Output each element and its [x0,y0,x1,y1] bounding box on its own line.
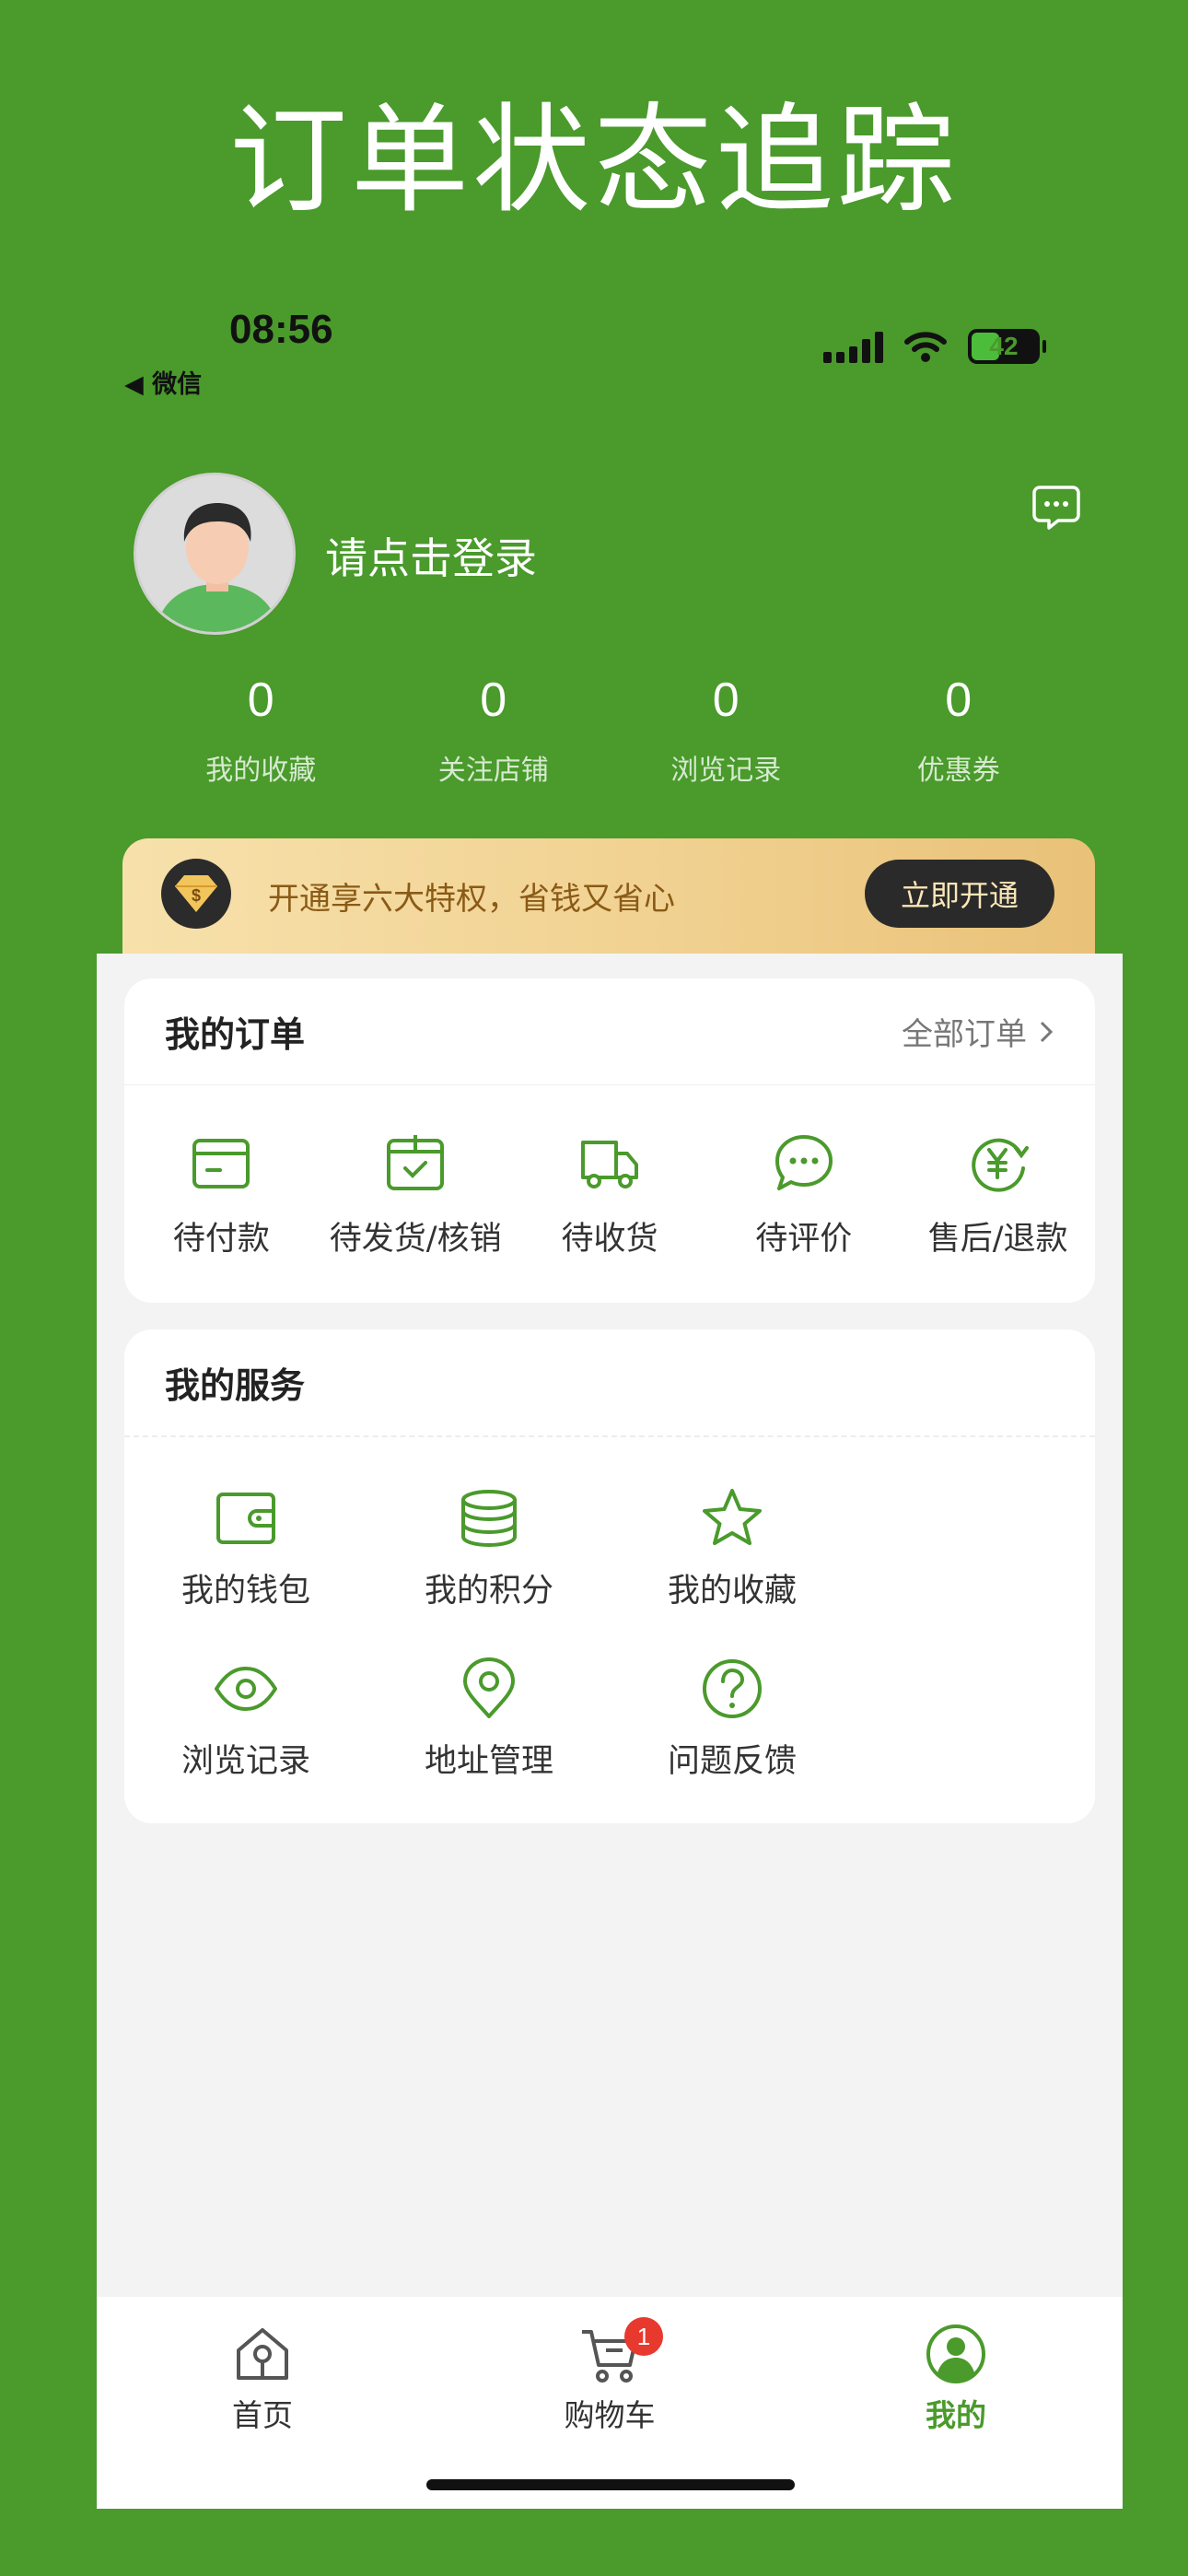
tab-profile[interactable]: 我的 [855,2323,1057,2435]
question-circle-icon [703,1659,762,1718]
diamond-icon: $ [161,859,231,929]
services-title: 我的服务 [165,1365,306,1406]
service-label: 问题反馈 [667,1743,797,1780]
wifi-icon [904,332,947,362]
service-history[interactable]: 浏览记录 [124,1656,367,1782]
eye-icon [215,1667,277,1711]
services-header: 我的服务 [124,1329,1095,1435]
service-label: 我的钱包 [181,1573,310,1610]
service-label: 我的收藏 [667,1573,797,1610]
order-item-label: 待评价 [755,1221,853,1258]
cart-badge: 1 [624,2317,663,2356]
order-pending-shipment[interactable]: 待发货/核销 [319,1131,513,1259]
stat-value: 0 [945,673,973,727]
service-points[interactable]: 我的积分 [367,1485,611,1611]
tab-label: 购物车 [564,2397,656,2433]
stat-label: 优惠券 [916,755,1000,787]
wallet-card-icon [192,1139,250,1188]
banner-title: 订单状态追踪 [228,92,959,229]
order-item-label: 待发货/核销 [329,1221,502,1258]
service-favorites[interactable]: 我的收藏 [611,1485,854,1611]
coins-stack-icon [461,1490,517,1548]
login-prompt[interactable]: 请点击登录 [325,525,537,586]
battery-icon: 42 [968,329,1046,364]
vip-open-button[interactable]: 立即开通 [865,860,1054,928]
stat-history[interactable]: 0 浏览记录 [610,668,843,788]
status-icons: 42 [823,329,1046,364]
service-label: 地址管理 [424,1743,553,1780]
profile-icon [926,2324,985,2383]
stat-value: 0 [480,673,507,727]
back-to-wechat-link[interactable]: ◀ 微信 [124,364,202,400]
chat-bubble-icon [775,1135,833,1190]
order-item-label: 售后/退款 [927,1221,1068,1258]
service-label: 我的积分 [424,1573,553,1610]
all-orders-label: 全部订单 [902,1016,1027,1053]
order-item-label: 待收货 [561,1221,658,1258]
tab-label: 我的 [926,2397,986,2433]
services-card: 我的服务 我的钱包 我的积分 我的收藏 浏览记录 地址管理 问题反馈 [124,1329,1095,1823]
profile-stats: 0 我的收藏 0 关注店铺 0 浏览记录 0 优惠券 [97,668,1123,788]
orders-header: 我的订单 全部订单 [124,978,1095,1084]
services-grid: 我的钱包 我的积分 我的收藏 浏览记录 地址管理 问题反馈 [124,1437,1095,1826]
all-orders-link[interactable]: 全部订单 [902,1009,1054,1054]
order-pending-review[interactable]: 待评价 [706,1131,901,1259]
stat-favorites[interactable]: 0 我的收藏 [145,668,378,788]
stat-label: 浏览记录 [670,755,782,787]
star-icon [703,1489,762,1545]
svg-text:$: $ [192,886,201,905]
wallet-icon [216,1493,275,1544]
tab-home[interactable]: 首页 [161,2323,364,2435]
tab-label: 首页 [232,2397,293,2433]
home-indicator[interactable] [426,2479,795,2490]
tab-cart[interactable]: 1 购物车 [508,2317,711,2435]
phone-screen: 08:56 ◀ 微信 42 请点击登录 0 我的收藏 0 关注店铺 0 浏览记录… [97,290,1123,2509]
signal-icon [823,330,883,363]
stat-value: 0 [712,673,740,727]
orders-card: 我的订单 全部订单 待付款 待发货/核销 待收货 待评价 售后/退款 [124,978,1095,1303]
tab-bar: 首页 1 购物车 我的 [97,2297,1123,2509]
message-icon[interactable] [1031,482,1082,533]
order-pending-receipt[interactable]: 待收货 [513,1131,707,1259]
order-item-label: 待付款 [172,1221,270,1258]
truck-icon [580,1141,638,1188]
service-feedback[interactable]: 问题反馈 [611,1656,854,1782]
order-status-row: 待付款 待发货/核销 待收货 待评价 售后/退款 [124,1085,1095,1259]
chevron-right-icon [1040,1021,1054,1042]
stat-coupons[interactable]: 0 优惠券 [843,668,1076,788]
location-pin-icon [463,1657,515,1718]
home-icon [237,2328,288,2380]
package-check-icon [387,1135,445,1190]
profile-header: 08:56 ◀ 微信 42 请点击登录 0 我的收藏 0 关注店铺 0 浏览记录… [97,290,1123,954]
status-time: 08:56 [229,307,333,352]
service-label: 浏览记录 [181,1743,310,1780]
stat-followed-shops[interactable]: 0 关注店铺 [378,668,611,788]
vip-text: 开通享六大特权，省钱又省心 [268,881,675,918]
avatar[interactable] [134,473,296,635]
yen-refund-icon [971,1138,1029,1192]
stat-label: 关注店铺 [437,755,549,787]
vip-banner[interactable]: $ 开通享六大特权，省钱又省心 立即开通 [122,838,1095,954]
orders-title: 我的订单 [165,1014,306,1055]
service-address[interactable]: 地址管理 [367,1656,611,1782]
order-pending-payment[interactable]: 待付款 [124,1131,319,1259]
stat-value: 0 [247,673,274,727]
service-wallet[interactable]: 我的钱包 [124,1485,367,1611]
order-after-sales[interactable]: 售后/退款 [901,1131,1095,1259]
stat-label: 我的收藏 [205,755,317,787]
